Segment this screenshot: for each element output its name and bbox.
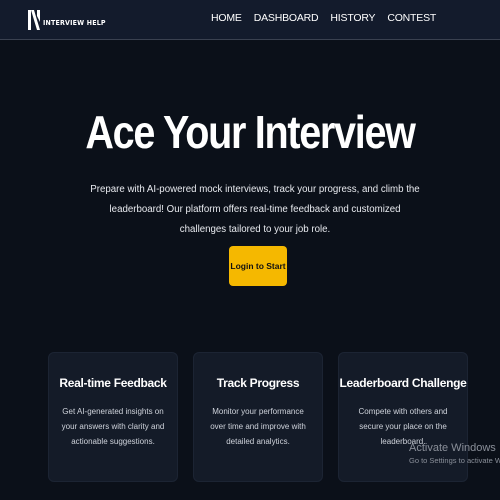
feature-card-title: Leaderboard Challenge	[339, 376, 467, 390]
feature-card-description: Monitor your performance over time and i…	[210, 407, 306, 446]
feature-card-realtime-feedback: Real-time Feedback Get AI-generated insi…	[48, 352, 178, 482]
hero-title: Ace Your Interview	[85, 106, 416, 158]
nav-contest[interactable]: CONTEST	[387, 12, 436, 24]
nav-home[interactable]: HOME	[211, 12, 242, 24]
logo-text: INTERVIEW HELP	[43, 18, 106, 27]
login-to-start-button[interactable]: Login to Start	[229, 246, 287, 286]
nav-dashboard[interactable]: DASHBOARD	[254, 12, 319, 24]
feature-card-description: Get AI-generated insights on your answer…	[61, 407, 165, 446]
nav-history[interactable]: HISTORY	[330, 12, 375, 24]
watermark-title: Activate Windows	[409, 442, 496, 454]
logo[interactable]: INTERVIEW HELP	[27, 6, 106, 34]
top-navbar: INTERVIEW HELP HOME DASHBOARD HISTORY CO…	[0, 0, 500, 40]
feature-card-title: Track Progress	[216, 376, 300, 390]
page: INTERVIEW HELP HOME DASHBOARD HISTORY CO…	[0, 0, 500, 500]
hero-description: Prepare with AI-powered mock interviews,…	[90, 184, 420, 235]
logo-icon	[28, 10, 40, 30]
feature-card-title: Real-time Feedback	[59, 376, 167, 390]
activate-windows-watermark: Activate Windows Go to Settings to activ…	[409, 442, 500, 465]
watermark-subtitle: Go to Settings to activate Windows.	[409, 456, 500, 465]
main-nav: HOME DASHBOARD HISTORY CONTEST	[211, 12, 436, 24]
feature-card-track-progress: Track Progress Monitor your performance …	[193, 352, 323, 482]
